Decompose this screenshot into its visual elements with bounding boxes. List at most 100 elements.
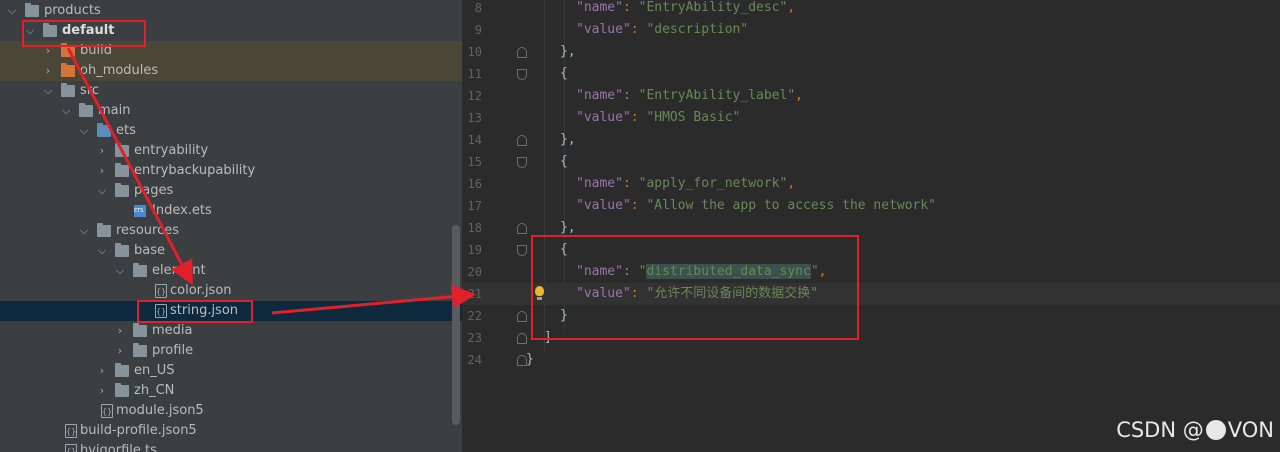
chevron-right-icon[interactable]: ›	[96, 141, 108, 161]
fold-marker-icon[interactable]	[517, 333, 527, 344]
avatar	[1205, 420, 1226, 440]
ets-file-icon	[134, 201, 146, 221]
line-number: 24	[467, 353, 482, 367]
chevron-down-icon[interactable]: ⌵	[96, 181, 108, 201]
chevron-down-icon[interactable]: ⌵	[42, 81, 54, 101]
fold-marker-icon[interactable]	[517, 223, 527, 234]
json-key: "name"	[576, 88, 623, 103]
tree-item-base[interactable]: ⌵ base	[0, 241, 462, 261]
tree-item-index-ets[interactable]: Index.ets	[0, 201, 462, 221]
trailing-comma: ,	[795, 88, 803, 103]
tree-item-module-json5[interactable]: module.json5	[0, 401, 462, 422]
tree-item-en-us[interactable]: › en_US	[0, 361, 462, 381]
chevron-right-icon[interactable]: ›	[96, 161, 108, 181]
tree-item-label: pages	[134, 183, 174, 198]
code-line[interactable]: 10},	[462, 41, 1280, 63]
chevron-down-icon[interactable]: ⌵	[6, 1, 18, 21]
folder-icon	[115, 183, 129, 197]
json-key: "value"	[576, 110, 631, 125]
code-line[interactable]: 24}	[462, 349, 1280, 371]
chevron-down-icon[interactable]: ⌵	[114, 261, 126, 281]
code-text: }	[526, 352, 534, 367]
colon: :	[630, 110, 647, 125]
chevron-right-icon[interactable]: ›	[42, 61, 54, 81]
ts-file-icon	[65, 442, 77, 452]
tree-item-label: zh_CN	[134, 383, 175, 398]
chevron-right-icon[interactable]: ›	[96, 361, 108, 381]
code-line[interactable]: 8 "name": "EntryAbility_desc",	[462, 0, 1280, 19]
tree-item-products[interactable]: ⌵ products	[0, 1, 462, 21]
chevron-down-icon[interactable]: ⌵	[96, 241, 108, 261]
line-number: 20	[467, 265, 482, 279]
tree-item-oh-modules[interactable]: › oh_modules	[0, 61, 462, 81]
colon: :	[630, 22, 647, 37]
tree-item-entrybackupability[interactable]: › entrybackupability	[0, 161, 462, 181]
tree-item-entryability[interactable]: › entryability	[0, 141, 462, 161]
fold-marker-icon[interactable]	[517, 135, 527, 146]
annotation-box-string-json	[137, 300, 253, 323]
tree-item-pages[interactable]: ⌵ pages	[0, 181, 462, 201]
tree-item-zh-cn[interactable]: › zh_CN	[0, 381, 462, 401]
folder-icon	[133, 343, 147, 357]
colon: :	[622, 88, 639, 103]
folder-icon	[25, 3, 39, 17]
code-line[interactable]: 13 "value": "HMOS Basic"	[462, 107, 1280, 129]
tree-item-build-profile-json5[interactable]: build-profile.json5	[0, 421, 462, 442]
code-line[interactable]: 16 "name": "apply_for_network",	[462, 173, 1280, 195]
line-number: 12	[467, 89, 482, 103]
tree-item-label: element	[152, 263, 206, 278]
code-editor[interactable]: 8 "name": "EntryAbility_desc", 9 "value": "…	[462, 0, 1280, 452]
tree-item-profile[interactable]: › profile	[0, 341, 462, 361]
line-number: 18	[467, 221, 482, 235]
code-line[interactable]: 11 {	[462, 63, 1280, 85]
colon: :	[622, 0, 639, 15]
tree-item-ets[interactable]: ⌵ ets	[0, 121, 462, 141]
tree-item-label: base	[134, 243, 165, 258]
line-number: 11	[467, 67, 482, 81]
tree-item-media[interactable]: › media	[0, 321, 462, 341]
json-key: "name"	[576, 176, 623, 191]
tree-item-label: ets	[116, 123, 136, 138]
tree-item-label: Index.ets	[152, 203, 212, 218]
chevron-down-icon[interactable]: ⌵	[78, 221, 90, 241]
tree-item-label: resources	[116, 223, 180, 238]
code-line[interactable]: 14},	[462, 129, 1280, 151]
chevron-right-icon[interactable]: ›	[96, 381, 108, 401]
line-number: 19	[467, 243, 482, 257]
chevron-right-icon[interactable]: ›	[114, 321, 126, 341]
code-line[interactable]: 9 "value": "description"	[462, 19, 1280, 41]
line-number: 17	[467, 199, 482, 213]
tree-item-element[interactable]: ⌵ element	[0, 261, 462, 281]
fold-marker-icon[interactable]	[517, 47, 527, 58]
code-line[interactable]: 12 "name": "EntryAbility_label",	[462, 85, 1280, 107]
trailing-comma: ,	[787, 0, 796, 15]
folder-icon	[115, 363, 129, 377]
tree-item-src[interactable]: ⌵ src	[0, 81, 462, 101]
json-key: "value"	[576, 22, 631, 37]
line-number: 10	[467, 45, 482, 59]
chevron-down-icon[interactable]: ⌵	[78, 121, 90, 141]
fold-marker-icon[interactable]	[517, 245, 527, 256]
folder-icon	[61, 63, 75, 77]
tree-item-main[interactable]: ⌵ main	[0, 101, 462, 121]
code-line[interactable]: 15 {	[462, 151, 1280, 173]
fold-marker-icon[interactable]	[517, 69, 527, 80]
colon: :	[622, 176, 639, 191]
fold-marker-icon[interactable]	[517, 311, 527, 322]
tree-item-resources[interactable]: ⌵ resources	[0, 221, 462, 241]
tree-item-label: oh_modules	[80, 63, 159, 78]
json-file-icon	[65, 422, 77, 442]
fold-marker-icon[interactable]	[517, 157, 527, 168]
annotation-box-code	[531, 235, 859, 340]
tree-scrollbar[interactable]	[452, 225, 460, 425]
folder-icon	[97, 223, 111, 237]
code-line[interactable]: 17 "value": "Allow the app to access the …	[462, 195, 1280, 217]
chevron-down-icon[interactable]: ⌵	[60, 101, 72, 121]
folder-icon	[79, 103, 93, 117]
chevron-right-icon[interactable]: ›	[114, 341, 126, 361]
source-folder-icon	[97, 123, 111, 137]
tree-item-color-json[interactable]: color.json	[0, 281, 462, 302]
tree-item-hvigorfile-ts[interactable]: hvigorfile.ts	[0, 441, 462, 452]
folder-icon	[133, 323, 147, 337]
json-key: "value"	[576, 198, 631, 213]
